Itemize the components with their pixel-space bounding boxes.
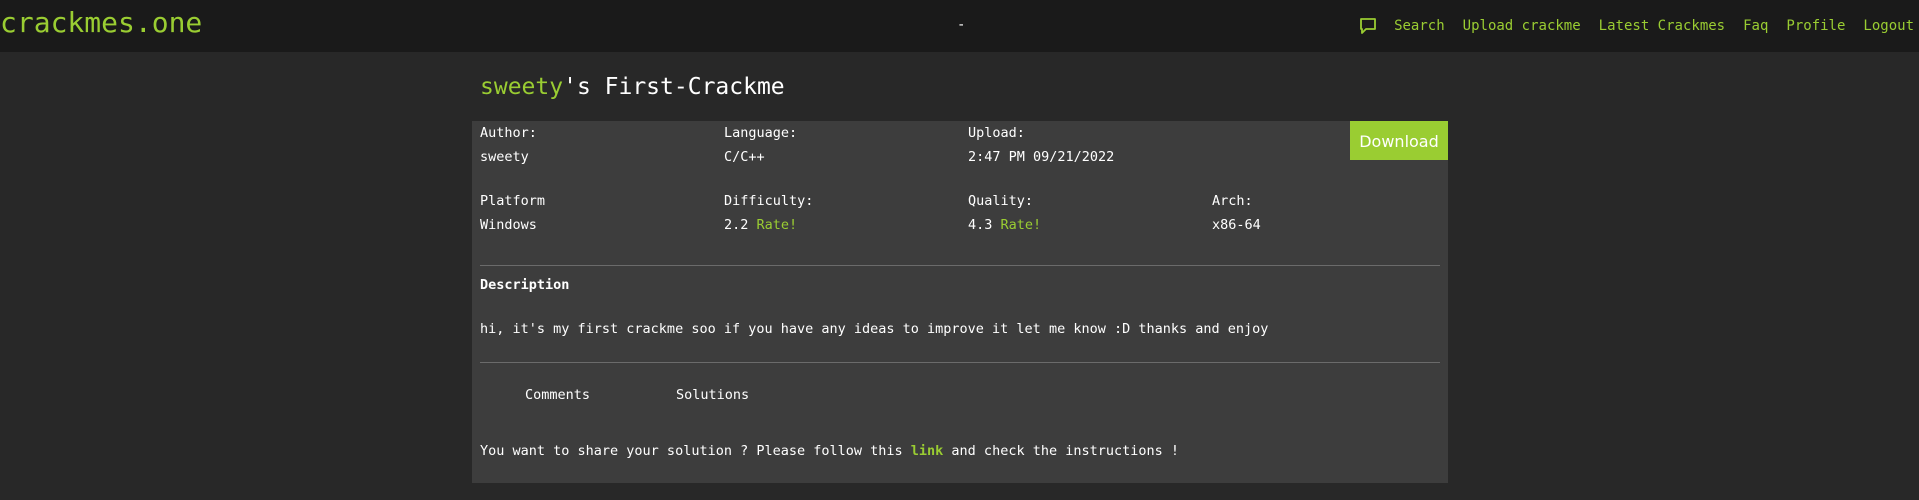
platform-label: Platform bbox=[480, 193, 546, 209]
author-label: Author: bbox=[480, 125, 537, 141]
quality-value: 4.3 bbox=[968, 217, 993, 233]
tab-solutions[interactable]: Solutions bbox=[676, 387, 749, 403]
author-field: Author: sweety bbox=[480, 125, 537, 165]
arch-label: Arch: bbox=[1212, 193, 1253, 209]
arch-value: x86-64 bbox=[1212, 217, 1261, 233]
difficulty-value: 2.2 bbox=[724, 217, 749, 233]
crackme-info-panel: Download Author: sweety Language: C/C++ … bbox=[472, 121, 1448, 483]
platform-field: Platform Windows bbox=[480, 193, 545, 233]
nav-search-link[interactable]: Search bbox=[1394, 18, 1445, 34]
rate-quality-link[interactable]: Rate! bbox=[1001, 217, 1042, 233]
tab-comments[interactable]: Comments bbox=[525, 387, 590, 403]
author-value-link[interactable]: sweety bbox=[480, 149, 537, 165]
nav-faq-link[interactable]: Faq bbox=[1743, 18, 1768, 34]
upload-value: 2:47 PM 09/21/2022 bbox=[968, 149, 1115, 165]
nav-logout-link[interactable]: Logout bbox=[1863, 18, 1914, 34]
language-label: Language: bbox=[724, 125, 798, 141]
quality-label: Quality: bbox=[968, 193, 1034, 209]
platform-value: Windows bbox=[480, 217, 537, 233]
upload-field: Upload: 2:47 PM 09/21/2022 bbox=[968, 125, 1114, 165]
share-solution-text: You want to share your solution ? Please… bbox=[480, 443, 1179, 459]
rate-difficulty-link[interactable]: Rate! bbox=[757, 217, 798, 233]
description-title: Description bbox=[480, 277, 570, 293]
title-crackme-name: 's First-Crackme bbox=[563, 74, 785, 100]
chat-bubble-icon[interactable] bbox=[1358, 16, 1378, 36]
nav-links: Search Upload crackme Latest Crackmes Fa… bbox=[1358, 16, 1919, 36]
upload-label: Upload: bbox=[968, 125, 1025, 141]
nav-profile-link[interactable]: Profile bbox=[1786, 18, 1845, 34]
quality-field: Quality: 4.3 Rate! bbox=[968, 193, 1041, 233]
share-text-after: and check the instructions ! bbox=[943, 443, 1179, 459]
difficulty-label: Difficulty: bbox=[724, 193, 814, 209]
nav-center-text: - bbox=[957, 17, 966, 33]
language-value: C/C++ bbox=[724, 149, 765, 165]
description-text: hi, it's my first crackme soo if you hav… bbox=[480, 321, 1269, 337]
share-text-before: You want to share your solution ? Please… bbox=[480, 443, 911, 459]
navbar: crackmes.one - Search Upload crackme Lat… bbox=[0, 0, 1919, 52]
arch-field: Arch: x86-64 bbox=[1212, 193, 1261, 233]
divider bbox=[480, 265, 1440, 266]
language-field: Language: C/C++ bbox=[724, 125, 797, 165]
title-author-link[interactable]: sweety bbox=[480, 74, 563, 100]
divider bbox=[480, 362, 1440, 363]
quality-value-row: 4.3 Rate! bbox=[968, 217, 1041, 233]
difficulty-value-row: 2.2 Rate! bbox=[724, 217, 813, 233]
nav-upload-crackme-link[interactable]: Upload crackme bbox=[1463, 18, 1581, 34]
share-solution-link[interactable]: link bbox=[911, 443, 944, 459]
site-logo-link[interactable]: crackmes.one bbox=[0, 6, 202, 39]
chat-bubble-svg bbox=[1360, 18, 1376, 34]
difficulty-field: Difficulty: 2.2 Rate! bbox=[724, 193, 813, 233]
download-button[interactable]: Download bbox=[1350, 121, 1448, 160]
nav-latest-crackmes-link[interactable]: Latest Crackmes bbox=[1599, 18, 1725, 34]
page-title: sweety's First-Crackme bbox=[480, 74, 785, 100]
